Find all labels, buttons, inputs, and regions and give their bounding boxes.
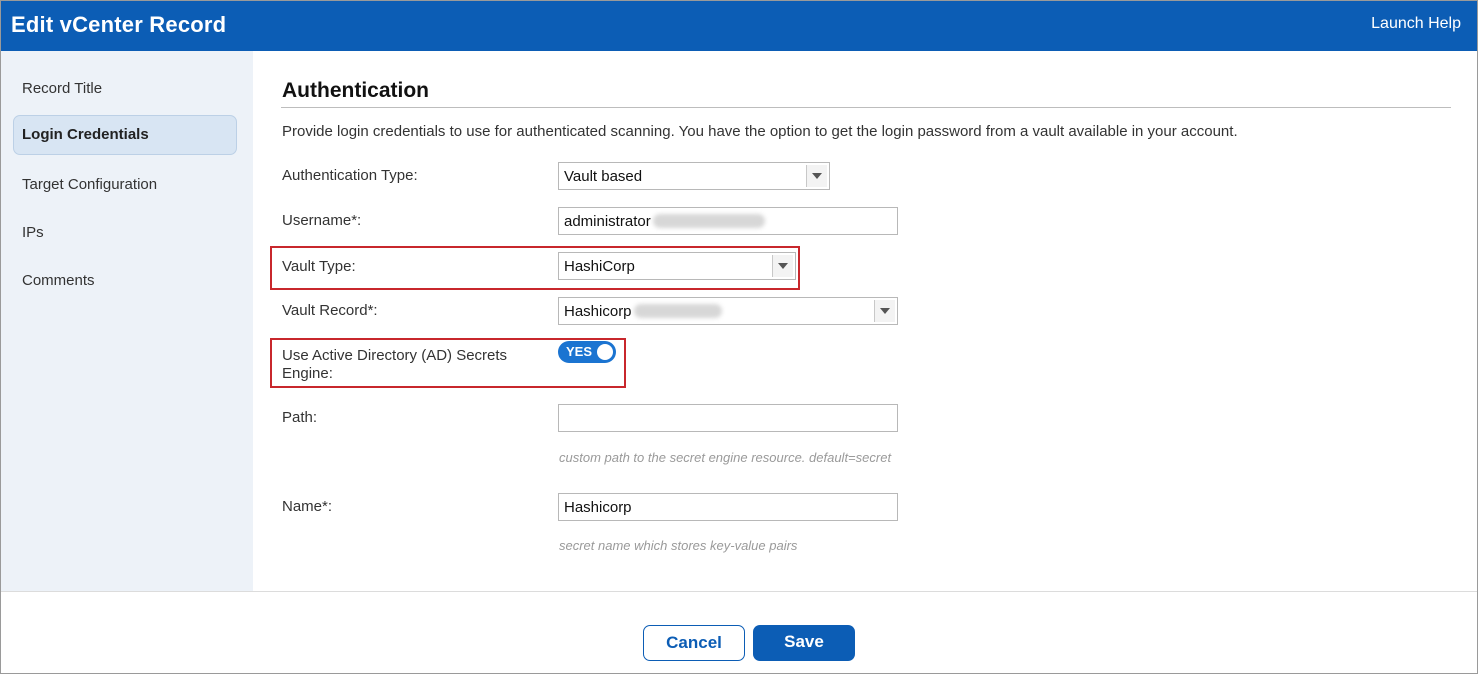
sidebar: Record Title Login Credentials Target Co… bbox=[1, 51, 253, 591]
redacted-text bbox=[652, 214, 765, 228]
dialog-title: Edit vCenter Record bbox=[11, 12, 227, 37]
launch-help-link[interactable]: Launch Help bbox=[1371, 15, 1461, 33]
name-label: Name*: bbox=[282, 498, 333, 515]
path-input[interactable] bbox=[558, 404, 898, 432]
vault-record-select[interactable]: Hashicorp bbox=[558, 297, 898, 325]
section-divider bbox=[281, 107, 1451, 108]
section-title: Authentication bbox=[282, 79, 429, 102]
auth-type-value: Vault based bbox=[564, 168, 643, 185]
chevron-down-icon bbox=[772, 255, 793, 277]
edit-vcenter-record-dialog: Edit vCenter Record Launch Help Record T… bbox=[0, 0, 1478, 674]
save-button[interactable]: Save bbox=[753, 625, 855, 661]
username-label: Username*: bbox=[282, 212, 362, 229]
sidebar-item-comments[interactable]: Comments bbox=[13, 261, 237, 301]
vault-type-select[interactable]: HashiCorp bbox=[558, 252, 796, 280]
ad-engine-label: Use Active Directory (AD) Secrets Engine… bbox=[282, 347, 508, 382]
dialog-footer: Cancel Save bbox=[1, 591, 1477, 673]
vault-record-value: Hashicorp bbox=[564, 303, 632, 320]
auth-type-select[interactable]: Vault based bbox=[558, 162, 830, 190]
sidebar-item-ips[interactable]: IPs bbox=[13, 213, 237, 253]
vault-type-label: Vault Type: bbox=[282, 258, 356, 275]
name-hint: secret name which stores key-value pairs bbox=[559, 538, 798, 553]
name-input[interactable]: Hashicorp bbox=[558, 493, 898, 521]
vault-type-value: HashiCorp bbox=[564, 258, 635, 275]
vault-record-label: Vault Record*: bbox=[282, 302, 378, 319]
ad-engine-toggle[interactable]: YES bbox=[558, 341, 616, 363]
redacted-text bbox=[633, 304, 722, 318]
path-hint: custom path to the secret engine resourc… bbox=[559, 450, 892, 465]
username-input[interactable]: administrator bbox=[558, 207, 898, 235]
chevron-down-icon bbox=[806, 165, 827, 187]
sidebar-item-login-credentials[interactable]: Login Credentials bbox=[13, 115, 237, 155]
dialog-header: Edit vCenter Record Launch Help bbox=[1, 1, 1477, 51]
auth-type-label: Authentication Type: bbox=[282, 167, 418, 184]
sidebar-item-target-configuration[interactable]: Target Configuration bbox=[13, 165, 237, 205]
cancel-button[interactable]: Cancel bbox=[643, 625, 745, 661]
toggle-state-label: YES bbox=[566, 344, 593, 359]
path-label: Path: bbox=[282, 409, 318, 426]
sidebar-item-record-title[interactable]: Record Title bbox=[13, 69, 237, 109]
name-value: Hashicorp bbox=[564, 499, 632, 516]
section-description: Provide login credentials to use for aut… bbox=[282, 123, 1238, 140]
chevron-down-icon bbox=[874, 300, 895, 322]
main-content: Authentication Provide login credentials… bbox=[253, 51, 1477, 591]
toggle-knob bbox=[597, 344, 613, 360]
username-value: administrator bbox=[564, 213, 651, 230]
